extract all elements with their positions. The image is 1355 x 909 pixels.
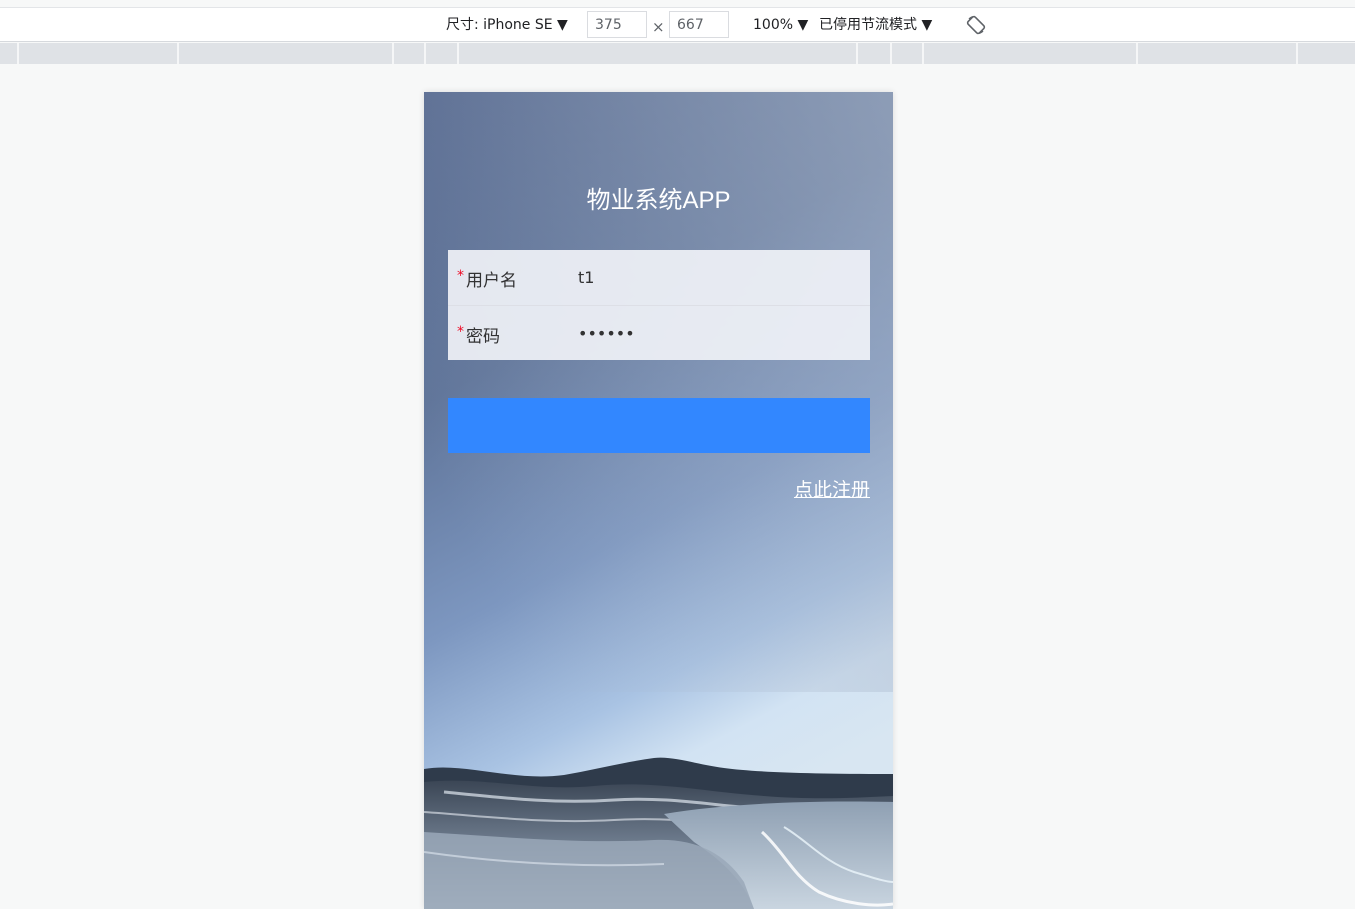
register-link[interactable]: 点此注册: [794, 475, 870, 502]
login-form: * 用户名 * 密码: [448, 250, 870, 360]
required-mark: *: [457, 268, 464, 284]
viewport-width-input[interactable]: [587, 11, 647, 38]
password-label: 密码: [466, 327, 500, 347]
password-input[interactable]: [578, 320, 858, 346]
media-query-ruler[interactable]: [0, 43, 1355, 64]
phone-viewport: 物业系统APP * 用户名 * 密码 点此注册: [424, 92, 893, 909]
app-title: 物业系统APP: [586, 187, 731, 214]
device-toolbar: 尺寸: iPhone SE ▼ × 100% ▼ 已停用节流模式 ▼: [0, 8, 1355, 42]
login-button[interactable]: [448, 398, 870, 453]
throttle-select[interactable]: 已停用节流模式 ▼: [819, 8, 932, 42]
username-input[interactable]: [578, 264, 858, 290]
device-select[interactable]: 尺寸: iPhone SE ▼: [446, 8, 568, 42]
zoom-select[interactable]: 100% ▼: [753, 8, 808, 42]
required-mark: *: [457, 324, 464, 340]
dimension-separator: ×: [652, 18, 665, 36]
rotate-icon[interactable]: [966, 15, 986, 35]
password-row: * 密码: [448, 305, 870, 360]
username-label: 用户名: [466, 271, 517, 291]
viewport-height-input[interactable]: [669, 11, 729, 38]
browser-top-strip: [0, 0, 1355, 8]
username-row: * 用户名: [448, 250, 870, 305]
